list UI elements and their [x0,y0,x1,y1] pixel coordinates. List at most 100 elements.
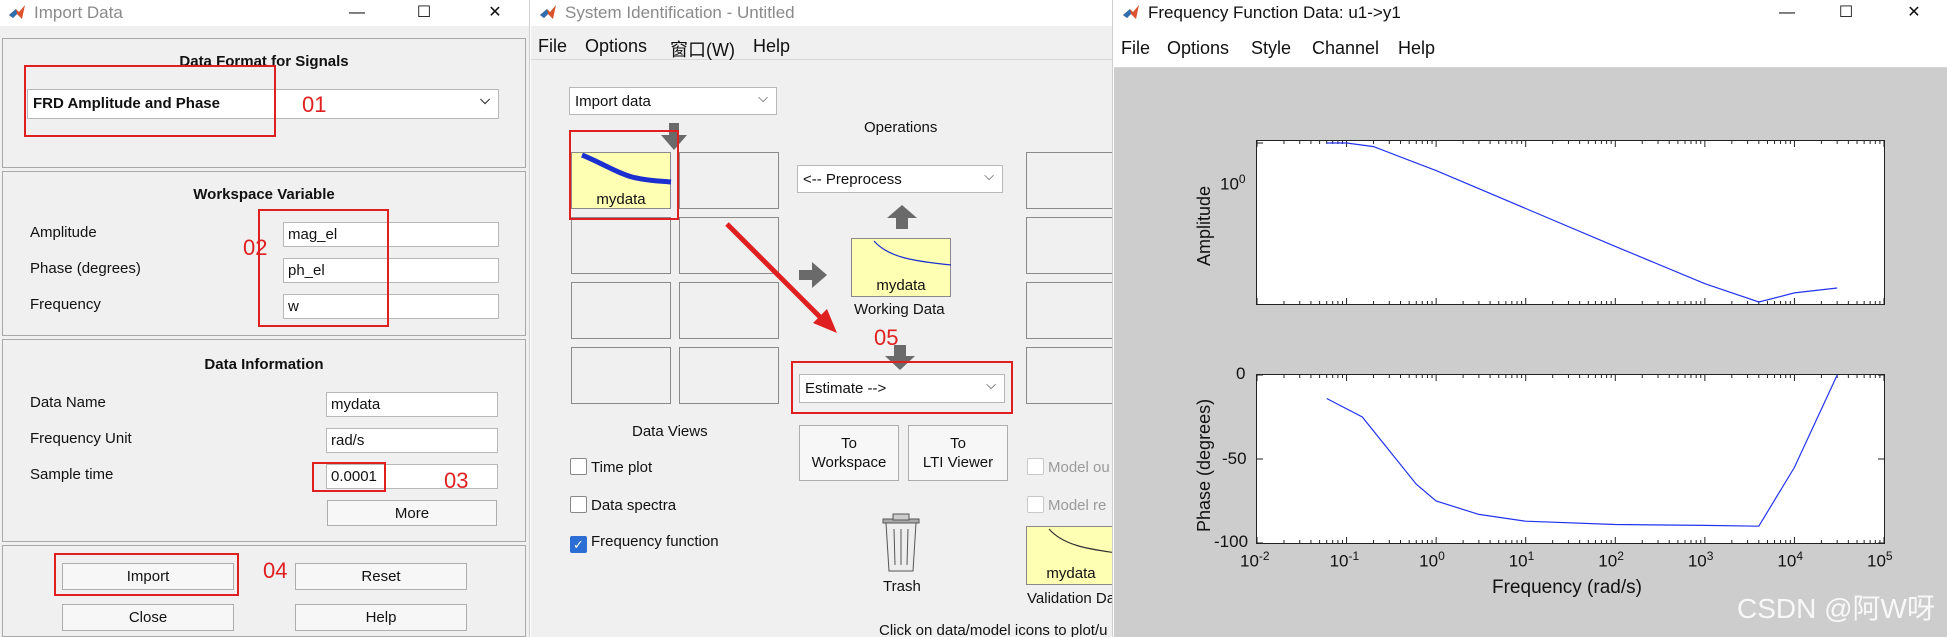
data-slot[interactable] [679,152,779,209]
x-tick-label: 105 [1867,549,1893,572]
working-data-icon-label: mydata [876,277,926,294]
amplitude-series-line [1326,142,1838,303]
data-slot[interactable] [571,217,671,274]
to-workspace-button[interactable]: To Workspace [799,425,899,481]
phase-series-line [1326,375,1838,527]
amplitude-ytick-label: 100 [1220,172,1246,195]
x-tick-base: 10 [1240,551,1259,571]
annotation-label-04: 04 [263,558,288,583]
menu-options[interactable]: Options [1167,38,1229,59]
sysid-titlebar: System Identification - Untitled [531,0,1112,26]
checkbox-label: Model re [1048,497,1107,514]
data-name-field[interactable]: mydata [326,392,498,417]
menu-file[interactable]: File [1121,38,1150,59]
more-button[interactable]: More [327,500,497,526]
frequency-function-checkbox[interactable]: ✓ Frequency function [570,533,719,553]
x-tick-base: 10 [1777,551,1797,571]
x-tick-exponent: 2 [1617,549,1624,563]
x-tick-base: 10 [1508,551,1528,571]
menu-options[interactable]: Options [585,36,647,57]
help-button[interactable]: Help [295,604,467,631]
frequency-unit-label: Frequency Unit [30,430,132,447]
to-workspace-line1: To [841,435,857,452]
checkbox-label: Frequency function [591,533,719,550]
validation-data-label: Validation Da [1027,590,1113,607]
model-slot[interactable] [1026,347,1112,404]
time-plot-checkbox[interactable]: Time plot [570,458,652,476]
x-tick-label: 10-1 [1330,549,1360,572]
amplitude-ytick-exp: 0 [1238,172,1246,186]
matlab-logo-icon [1123,5,1139,19]
close-icon[interactable]: ✕ [473,0,517,26]
preprocess-value: <-- Preprocess [803,171,902,188]
working-data-icon[interactable]: mydata [851,238,952,297]
amplitude-plot-area[interactable] [1256,140,1885,305]
amplitude-axis-label: Amplitude [1194,185,1214,266]
to-lti-line2: LTI Viewer [922,454,994,471]
model-slot[interactable] [1026,282,1112,339]
x-tick-base: 10 [1598,551,1618,571]
maximize-icon[interactable]: ☐ [1824,0,1868,26]
close-button[interactable]: Close [62,604,234,631]
model-output-checkbox[interactable]: Model ou [1027,458,1110,476]
menu-channel[interactable]: Channel [1312,38,1379,59]
x-tick-exponent: 1 [1527,549,1535,563]
minimize-icon[interactable]: — [1765,0,1809,26]
menu-help[interactable]: Help [1398,38,1435,59]
checkmark-icon: ✓ [570,536,587,553]
x-tick-exponent: -1 [1348,549,1360,563]
data-slot[interactable] [571,347,671,404]
close-icon[interactable]: ✕ [1892,0,1936,26]
menu-file[interactable]: File [538,36,567,57]
reset-button[interactable]: Reset [295,563,467,590]
x-tick-label: 10-2 [1240,549,1270,572]
matlab-logo-icon [540,5,556,19]
window-title: Frequency Function Data: u1->y1 [1148,3,1401,22]
data-slot[interactable] [571,282,671,339]
validation-data-icon[interactable]: mydata [1026,526,1112,585]
phase-plot-area[interactable] [1256,374,1885,544]
frequency-unit-field[interactable]: rad/s [326,428,498,453]
import-data-value: Import data [575,93,651,110]
to-workspace-line2: Workspace [811,454,887,471]
frequency-label: Frequency [30,296,101,313]
x-tick-exponent: 3 [1706,549,1714,563]
annotation-label-05: 05 [874,325,899,350]
preprocess-select[interactable]: <-- Preprocess ⌵ [797,165,1003,193]
menu-style[interactable]: Style [1251,38,1291,59]
data-spectra-checkbox[interactable]: Data spectra [570,496,676,514]
data-views-label: Data Views [632,423,708,440]
annotation-box-03 [312,462,386,492]
import-data-select[interactable]: Import data ⌵ [569,87,777,115]
panel-title: Workspace Variable [193,186,335,203]
model-resids-checkbox[interactable]: Model re [1027,496,1106,514]
system-identification-window: System Identification - Untitled File Op… [531,0,1113,637]
to-lti-viewer-button[interactable]: To LTI Viewer [908,425,1008,481]
x-tick-label: 103 [1688,549,1714,572]
x-tick-base: 10 [1867,551,1886,571]
menu-help[interactable]: Help [753,36,790,57]
annotation-arrow-icon [725,222,837,333]
phase-ytick-50: -50 [1222,449,1247,468]
chevron-down-icon: ⌵ [758,90,768,105]
sysid-menubar: File Options 窗口(W) Help [531,34,1112,60]
arrow-up-icon [887,205,917,229]
operations-label: Operations [864,119,938,136]
chevron-down-icon: ⌵ [480,92,490,107]
trash-icon[interactable] [879,513,923,573]
minimize-icon[interactable]: — [335,0,379,26]
menu-window[interactable]: 窗口(W) [670,36,735,62]
annotation-label-01: 01 [302,92,327,117]
model-slot[interactable] [1026,217,1112,274]
model-slot[interactable] [1026,152,1112,209]
maximize-icon[interactable]: ☐ [402,0,446,26]
checkbox-icon [1027,458,1044,475]
x-tick-exponent: 4 [1796,549,1804,563]
checkbox-icon [1027,496,1044,513]
window-title: System Identification - Untitled [565,3,795,22]
x-tick-base: 10 [1687,551,1707,571]
working-data-label: Working Data [854,301,945,318]
x-tick-base: 10 [1329,551,1349,571]
data-slot[interactable] [679,347,779,404]
validation-curve-icon [1048,528,1112,553]
